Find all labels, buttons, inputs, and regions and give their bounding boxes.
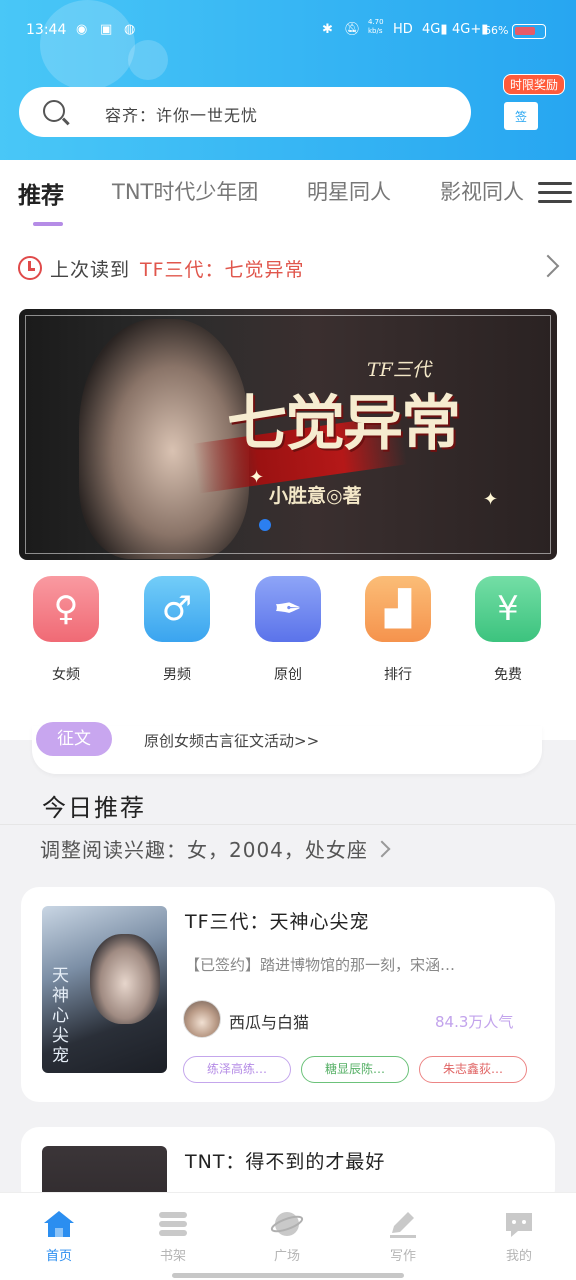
nav-plaza[interactable]: 广场 [252,1209,322,1264]
planet-icon [270,1209,304,1239]
quick-nav-male[interactable]: ♂ 男频 [137,576,217,684]
battery-percent: 66% [484,24,509,37]
app-notification-icon: ◍ [124,22,136,37]
book-tag[interactable]: 朱志鑫荻… [419,1056,527,1083]
book-tag[interactable]: 练泽高练… [183,1056,291,1083]
status-time: 13:44 [26,22,67,38]
last-read-title: TF三代：七觉异常 [140,259,305,281]
sparkle-icon: ✦ [249,467,265,488]
quick-nav: ♀ 女频 ♂ 男频 ✒ 原创 ▟ 排行 ¥ 免费 [0,576,576,686]
nav-bookshelf[interactable]: 书架 [138,1209,208,1264]
nav-home[interactable]: 首页 [24,1209,94,1264]
divider [0,824,576,825]
promo-banner[interactable]: TF三代 七觉异常 小胜意◎著 ✦ ✦ [19,309,557,560]
cover-title: 天神心尖宠 [52,966,69,1066]
main-content: 上次读到 TF三代：七觉异常 TF三代 七觉异常 小胜意◎著 ✦ ✦ ♀ 女频 … [0,230,576,740]
quick-nav-label: 原创 [274,667,302,683]
nav-write[interactable]: 写作 [368,1209,438,1264]
quick-nav-label: 男频 [163,667,191,683]
category-tabs: 推荐 TNT时代少年团 明星同人 影视同人 [0,160,576,230]
nav-label: 广场 [273,1249,300,1264]
yen-icon: ¥ [475,576,541,642]
home-indicator [172,1273,404,1278]
quick-nav-label: 免费 [494,667,522,683]
book-description: 【已签约】踏进博物馆的那一刻，宋涵… [185,956,456,974]
home-icon [42,1209,76,1239]
section-title: 今日推荐 [42,794,146,822]
bookshelf-icon [156,1209,190,1239]
quick-nav-original[interactable]: ✒ 原创 [248,576,328,684]
sign-in-gift-button[interactable]: 时限奖励 签 [500,72,566,134]
author-avatar [183,1000,221,1038]
app-notification-icon: ▣ [100,22,113,37]
chevron-right-icon [536,254,560,278]
bluetooth-icon: ✱ [322,22,333,37]
author-name: 西瓜与白猫 [229,1013,310,1032]
clock-icon [18,256,42,280]
gift-badge: 时限奖励 [503,74,566,95]
tab-recommend[interactable]: 推荐 [18,176,64,210]
sparkle-icon: ✦ [483,489,499,510]
male-icon: ♂ [144,576,210,642]
signal-4g-plus-icon: 4G+▮ [452,22,489,37]
hd-icon: HD [393,22,413,37]
write-icon [386,1209,420,1239]
quick-nav-female[interactable]: ♀ 女频 [26,576,106,684]
last-read-bar[interactable]: 上次读到 TF三代：七觉异常 [18,254,560,282]
active-tab-indicator [33,222,63,226]
search-placeholder: 容齐：许你一世无忧 [105,106,259,125]
nav-label: 书架 [159,1249,186,1264]
event-banner[interactable]: 征文 原创女频古言征文活动>> [32,722,542,774]
banner-author: 小胜意◎著 [269,485,362,507]
search-icon [43,100,65,122]
tab-star-fanfic[interactable]: 明星同人 [307,176,391,206]
app-header: 13:44 ◉ ▣ ◍ ✱ 🔕︎ 4.70 kb/s HD 4G▮ 4G+▮ 6… [0,0,576,160]
quick-nav-ranking[interactable]: ▟ 排行 [358,576,438,684]
book-title: TF三代：天神心尖宠 [185,911,370,933]
tab-tnt[interactable]: TNT时代少年团 [112,176,258,206]
gift-box-icon: 签 [504,102,538,130]
book-cover: 天神心尖宠 [42,906,167,1073]
tab-menu-icon[interactable] [538,182,572,208]
cover-portrait [90,934,160,1024]
banner-title: 七觉异常 [227,389,461,459]
book-card[interactable]: 天神心尖宠 TF三代：天神心尖宠 【已签约】踏进博物馆的那一刻，宋涵… 西瓜与白… [21,887,555,1102]
adjust-interest-link[interactable]: 调整阅读兴趣：女，2004，处女座 [40,834,368,863]
pen-nib-icon: ✒ [255,576,321,642]
quick-nav-label: 女频 [52,667,80,683]
quick-nav-label: 排行 [384,667,412,683]
quick-nav-free[interactable]: ¥ 免费 [468,576,548,684]
nav-label: 写作 [389,1249,416,1264]
search-bar[interactable]: 容齐：许你一世无忧 [19,87,471,137]
event-text: 原创女频古言征文活动>> [144,732,320,750]
mute-icon: 🔕︎ [344,22,361,37]
signal-4g-icon: 4G▮ [422,22,448,37]
podium-icon: ▟ [365,576,431,642]
net-speed: 4.70 kb/s [368,18,384,35]
popularity-count: 84.3万人气 [435,1013,514,1031]
battery-icon [512,24,546,39]
nav-label: 首页 [45,1249,72,1264]
decor-bubble [128,40,168,80]
nav-label: 我的 [505,1249,532,1264]
nav-profile[interactable]: 我的 [484,1209,554,1264]
book-tag[interactable]: 糖显辰陈… [301,1056,409,1083]
last-read-label: 上次读到 [50,259,131,281]
profile-chat-icon [502,1209,536,1239]
female-icon: ♀ [33,576,99,642]
book-title: TNT：得不到的才最好 [185,1151,386,1173]
globe-icon: ◉ [76,22,88,37]
carousel-indicator[interactable] [259,519,271,531]
status-bar: 13:44 ◉ ▣ ◍ ✱ 🔕︎ 4.70 kb/s HD 4G▮ 4G+▮ 6… [0,16,576,46]
bottom-nav: 首页 书架 广场 写作 我的 [0,1192,576,1280]
chevron-right-icon [373,840,391,858]
tab-film-fanfic[interactable]: 影视同人 [440,176,524,206]
event-tag: 征文 [36,722,112,756]
